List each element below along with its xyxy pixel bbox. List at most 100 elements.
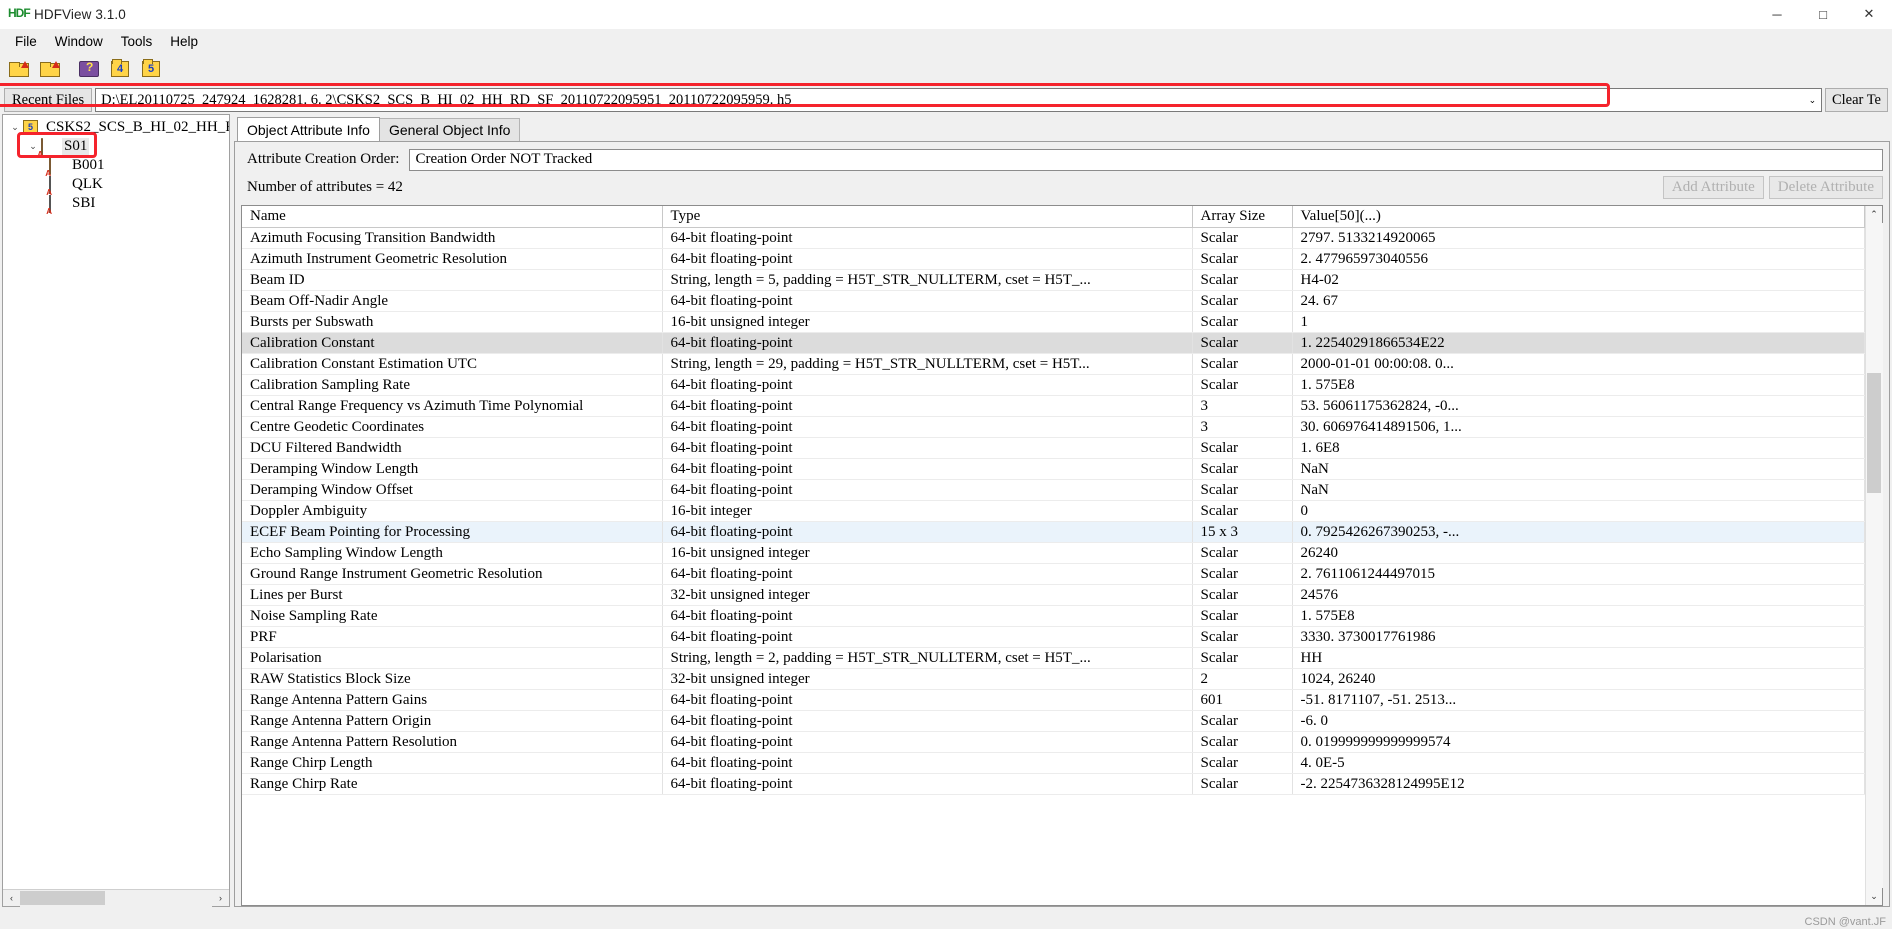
menu-item-window[interactable]: Window [46,31,112,52]
table-row[interactable]: Azimuth Focusing Transition Bandwidth 64-… [242,227,1865,249]
table-row[interactable]: Noise Sampling Rate 64-bit floating-point… [242,605,1865,627]
table-row[interactable]: Bursts per Subswath 16-bit unsigned integ… [242,311,1865,333]
table-vertical-scrollbar[interactable]: ⌃ ⌄ [1865,206,1883,905]
attribute-name-cell: Beam Off-Nadir Angle [242,290,663,312]
scroll-up-icon[interactable]: ⌃ [1866,206,1883,223]
table-row[interactable]: Doppler Ambiguity 16-bit integer Scalar 0 [242,500,1865,522]
window-title: HDFView 3.1.0 [34,6,126,22]
hdf4-library-button[interactable]: 4 [107,57,133,81]
title-bar: HDF HDFView 3.1.0 ─ □ ✕ [0,0,1892,29]
table-row[interactable]: ECEF Beam Pointing for Processing 64-bit … [242,521,1865,543]
number-of-attributes-label: Number of attributes = 42 [247,179,403,195]
maximize-icon[interactable]: □ [1800,0,1846,29]
clear-text-button[interactable]: Clear Te [1824,88,1888,112]
help-button[interactable] [76,57,102,81]
table-row[interactable]: Range Antenna Pattern Gains 64-bit floati… [242,689,1865,711]
table-row[interactable]: Beam Off-Nadir Angle 64-bit floating-poin… [242,290,1865,312]
tree-node-sbi[interactable]: SBI [3,194,229,213]
attribute-name-cell: Echo Sampling Window Length [242,542,663,564]
column-header-array-size[interactable]: Array Size [1192,206,1293,228]
recent-files-button[interactable]: Recent Files [4,88,93,112]
close-icon[interactable]: ✕ [1846,0,1892,29]
table-row[interactable]: Ground Range Instrument Geometric Resolu… [242,563,1865,585]
tree-node-label: B001 [72,157,105,173]
table-row[interactable]: Range Chirp Length 64-bit floating-point S… [242,752,1865,774]
menu-item-file[interactable]: File [6,31,46,52]
object-tree[interactable]: ⌄ 5 CSKS2_SCS_B_HI_02_HH_R ⌄ S01 B001 QL… [3,115,229,889]
column-header-name[interactable]: Name [242,206,663,228]
table-row[interactable]: RAW Statistics Block Size 32-bit unsigned… [242,668,1865,690]
minimize-icon[interactable]: ─ [1754,0,1800,29]
attribute-array-size-cell: Scalar [1192,542,1293,564]
table-row[interactable]: Deramping Window Length 64-bit floating-p… [242,458,1865,480]
attribute-value-cell: 3330. 3730017761986 [1292,626,1865,648]
attribute-type-cell: String, length = 2, padding = H5T_STR_NU… [662,647,1193,669]
column-header-value[interactable]: Value[50](...) [1292,206,1865,228]
scroll-right-icon[interactable]: › [212,890,229,907]
attribute-array-size-cell: Scalar [1192,500,1293,522]
table-row[interactable]: Range Antenna Pattern Resolution 64-bit f… [242,731,1865,753]
close-file-button[interactable] [37,57,63,81]
tab-object-attribute-info[interactable]: Object Attribute Info [237,117,380,141]
delete-attribute-button[interactable]: Delete Attribute [1768,176,1883,199]
table-row[interactable]: Echo Sampling Window Length 16-bit unsign… [242,542,1865,564]
chevron-down-icon[interactable]: ⌄ [1804,89,1821,111]
window-controls: ─ □ ✕ [1754,0,1892,29]
dataset-icon [49,195,66,213]
menu-item-tools[interactable]: Tools [112,31,162,52]
attribute-value-cell: 2. 7611061244497015 [1292,563,1865,585]
scroll-thumb[interactable] [1866,373,1881,493]
table-row[interactable]: DCU Filtered Bandwidth 64-bit floating-po… [242,437,1865,459]
table-row[interactable]: Range Antenna Pattern Origin 64-bit float… [242,710,1865,732]
table-row[interactable]: Central Range Frequency vs Azimuth Time … [242,395,1865,417]
scroll-down-icon[interactable]: ⌄ [1866,888,1883,905]
attribute-type-cell: 16-bit unsigned integer [662,542,1193,564]
tree-horizontal-scrollbar[interactable]: ‹ › [3,889,229,907]
table-row[interactable]: PRF 64-bit floating-point Scalar 3330. 3730… [242,626,1865,648]
group-icon [49,157,66,175]
attribute-type-cell: 64-bit floating-point [662,395,1193,417]
scroll-track[interactable] [20,889,212,907]
table-row[interactable]: Azimuth Instrument Geometric Resolution 6… [242,248,1865,270]
attribute-name-cell: Range Antenna Pattern Gains [242,689,663,711]
table-row[interactable]: Beam ID String, length = 5, padding = H5T… [242,269,1865,291]
attribute-creation-order-row: Attribute Creation Order: Creation Order… [241,148,1883,171]
attribute-name-cell: RAW Statistics Block Size [242,668,663,690]
attribute-name-cell: Central Range Frequency vs Azimuth Time … [242,395,663,417]
attribute-array-size-cell: Scalar [1192,752,1293,774]
attribute-type-cell: 16-bit unsigned integer [662,311,1193,333]
table-row[interactable]: Calibration Constant 64-bit floating-poin… [242,332,1865,354]
tab-general-object-info[interactable]: General Object Info [378,118,521,141]
table-row[interactable]: Deramping Window Offset 64-bit floating-p… [242,479,1865,501]
table-row[interactable]: Calibration Constant Estimation UTC Strin… [242,353,1865,375]
scroll-left-icon[interactable]: ‹ [3,890,20,907]
table-row[interactable]: Lines per Burst 32-bit unsigned integer Sc… [242,584,1865,606]
attribute-array-size-cell: Scalar [1192,311,1293,333]
chevron-down-icon[interactable]: ⌄ [7,122,23,133]
attribute-name-cell: Range Chirp Rate [242,773,663,795]
attribute-value-cell: 2797. 5133214920065 [1292,227,1865,249]
attributes-table-scroll: Name Type Array Size Value[50](...) Azim… [242,206,1865,905]
attribute-value-cell: 1. 575E8 [1292,605,1865,627]
table-row[interactable]: Range Chirp Rate 64-bit floating-point Sca… [242,773,1865,795]
table-row[interactable]: Calibration Sampling Rate 64-bit floating… [242,374,1865,396]
menu-item-help[interactable]: Help [161,31,207,52]
hdf5-library-button[interactable]: 5 [138,57,164,81]
open-file-button[interactable] [6,57,32,81]
attribute-value-cell: NaN [1292,479,1865,501]
table-row[interactable]: Centre Geodetic Coordinates 64-bit floati… [242,416,1865,438]
column-header-type[interactable]: Type [662,206,1193,228]
tree-node-file[interactable]: ⌄ 5 CSKS2_SCS_B_HI_02_HH_R [3,118,229,137]
tree-node-s01[interactable]: ⌄ S01 [3,137,229,156]
scroll-thumb[interactable] [20,890,105,905]
attribute-array-size-cell: Scalar [1192,374,1293,396]
tree-node-qlk[interactable]: QLK [3,175,229,194]
attribute-name-cell: Calibration Constant Estimation UTC [242,353,663,375]
file-path-combobox[interactable]: D:\EL20110725_247924_1628281. 6. 2\CSKS2… [95,88,1822,112]
table-row[interactable]: Polarisation String, length = 2, padding … [242,647,1865,669]
attribute-value-cell: 53. 56061175362824, -0... [1292,395,1865,417]
attribute-array-size-cell: 15 x 3 [1192,521,1293,543]
attribute-info-content: Attribute Creation Order: Creation Order… [0,83,1890,907]
add-attribute-button[interactable]: Add Attribute [1662,176,1764,199]
scroll-track[interactable] [1865,223,1883,888]
